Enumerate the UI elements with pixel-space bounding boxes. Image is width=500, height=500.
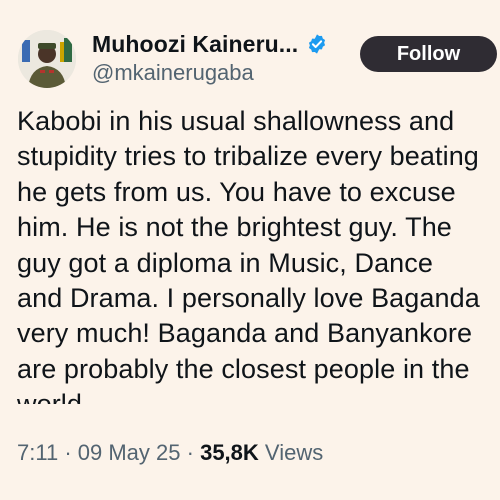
- tweet-line: and Drama. I personally love Baganda: [17, 283, 480, 314]
- meta-separator: ·: [64, 440, 72, 465]
- tweet-line: are probably the closest people in the: [17, 353, 470, 384]
- author-display-name[interactable]: Muhoozi Kaineru...: [92, 31, 298, 58]
- tweet-line: he gets from us. You have to excuse: [17, 176, 456, 207]
- views-label: Views: [264, 440, 324, 465]
- tweet-line: stupidity tries to tribalize every beati…: [17, 141, 479, 172]
- verified-badge-icon: [306, 33, 328, 55]
- tweet-date[interactable]: 09 May 25: [78, 440, 181, 465]
- meta-separator: ·: [186, 440, 194, 465]
- tweet-line: world.: [17, 387, 500, 404]
- author-handle[interactable]: @mkainerugaba: [92, 60, 254, 86]
- tweet-line: very much! Baganda and Banyankore: [17, 318, 473, 349]
- views-count: 35,8K: [200, 440, 259, 465]
- tweet-line: him. He is not the brightest guy. The: [17, 212, 452, 243]
- tweet-line: guy got a diploma in Music, Dance: [17, 247, 434, 278]
- author-name-row: Muhoozi Kaineru...: [92, 30, 328, 58]
- profile-avatar[interactable]: [18, 30, 76, 88]
- tweet-meta: 7:11 · 09 May 25 · 35,8K Views: [17, 440, 323, 466]
- tweet-line: Kabobi in his usual shallowness and: [17, 106, 455, 136]
- tweet-time[interactable]: 7:11: [17, 440, 58, 465]
- tweet-text: Kabobi in his usual shallowness and stup…: [17, 104, 500, 404]
- follow-button[interactable]: Follow: [360, 36, 497, 72]
- avatar-image: [18, 30, 76, 88]
